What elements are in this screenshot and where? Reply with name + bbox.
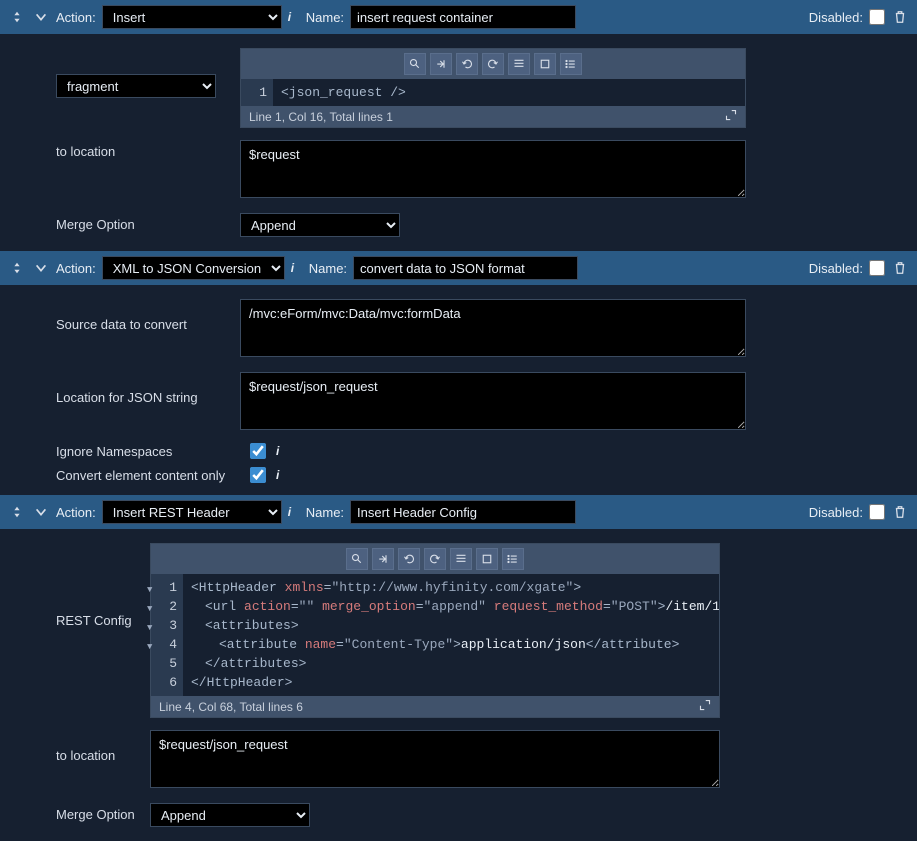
code-area[interactable]: <json_request /> xyxy=(273,79,745,106)
collapse-icon[interactable] xyxy=(32,8,50,26)
action-label: Action: xyxy=(56,505,96,520)
goto-icon[interactable] xyxy=(430,53,452,75)
merge-option-label: Merge Option xyxy=(0,213,240,232)
disabled-checkbox[interactable] xyxy=(869,504,885,520)
sort-icon[interactable] xyxy=(8,8,26,26)
rest-config-label: REST Config xyxy=(0,543,150,628)
collapse-icon[interactable] xyxy=(32,503,50,521)
undo-icon[interactable] xyxy=(398,548,420,570)
disabled-checkbox[interactable] xyxy=(869,9,885,25)
list-icon[interactable] xyxy=(560,53,582,75)
editor-status: Line 4, Col 68, Total lines 6 xyxy=(159,700,303,714)
info-icon[interactable]: i xyxy=(288,10,300,24)
disabled-label: Disabled: xyxy=(809,10,863,25)
ignore-ns-checkbox[interactable] xyxy=(250,443,266,459)
code-toolbar xyxy=(151,544,719,574)
search-icon[interactable] xyxy=(346,548,368,570)
align-icon[interactable] xyxy=(508,53,530,75)
collapse-icon[interactable] xyxy=(32,259,50,277)
action-name-input[interactable] xyxy=(350,5,576,29)
expand-icon[interactable] xyxy=(699,699,711,714)
location-json-label: Location for JSON string xyxy=(0,372,240,405)
merge-option-label: Merge Option xyxy=(0,803,150,822)
to-location-input[interactable] xyxy=(240,140,746,198)
code-toolbar xyxy=(241,49,745,79)
to-location-label: to location xyxy=(0,730,150,763)
disabled-label: Disabled: xyxy=(809,505,863,520)
source-data-input[interactable] xyxy=(240,299,746,357)
convert-elem-checkbox[interactable] xyxy=(250,467,266,483)
goto-icon[interactable] xyxy=(372,548,394,570)
action-body-xmljson: Source data to convert Location for JSON… xyxy=(0,285,917,495)
sort-icon[interactable] xyxy=(8,259,26,277)
delete-icon[interactable] xyxy=(891,8,909,26)
fragment-select[interactable]: fragment xyxy=(56,74,216,98)
delete-icon[interactable] xyxy=(891,259,909,277)
convert-elem-label: Convert element content only xyxy=(56,468,240,483)
action-type-select[interactable]: XML to JSON Conversion xyxy=(102,256,285,280)
list-icon[interactable] xyxy=(502,548,524,570)
block-icon[interactable] xyxy=(476,548,498,570)
action-header-rest: Action: Insert REST Header i Name: Disab… xyxy=(0,495,917,529)
disabled-checkbox[interactable] xyxy=(869,260,885,276)
to-location-input[interactable] xyxy=(150,730,720,788)
to-location-label: to location xyxy=(0,140,240,159)
code-editor: 1 <json_request /> Line 1, Col 16, Total… xyxy=(240,48,746,128)
code-editor: ▼1 ▼2 ▼3 ▼4 5 6 <HttpHeader xmlns="http:… xyxy=(150,543,720,718)
redo-icon[interactable] xyxy=(424,548,446,570)
action-type-select[interactable]: Insert REST Header xyxy=(102,500,282,524)
info-icon[interactable]: i xyxy=(291,261,303,275)
name-label: Name: xyxy=(306,10,344,25)
editor-status: Line 1, Col 16, Total lines 1 xyxy=(249,110,393,124)
sort-icon[interactable] xyxy=(8,503,26,521)
action-label: Action: xyxy=(56,261,96,276)
action-name-input[interactable] xyxy=(350,500,576,524)
action-label: Action: xyxy=(56,10,96,25)
location-json-input[interactable] xyxy=(240,372,746,430)
search-icon[interactable] xyxy=(404,53,426,75)
action-name-input[interactable] xyxy=(353,256,578,280)
name-label: Name: xyxy=(309,261,347,276)
expand-icon[interactable] xyxy=(725,109,737,124)
action-header-insert: Action: Insert i Name: Disabled: xyxy=(0,0,917,34)
disabled-label: Disabled: xyxy=(809,261,863,276)
merge-option-select[interactable]: Append xyxy=(240,213,400,237)
delete-icon[interactable] xyxy=(891,503,909,521)
block-icon[interactable] xyxy=(534,53,556,75)
ignore-ns-label: Ignore Namespaces xyxy=(56,444,240,459)
source-data-label: Source data to convert xyxy=(0,299,240,332)
code-area[interactable]: <HttpHeader xmlns="http://www.hyfinity.c… xyxy=(183,574,719,696)
info-icon[interactable]: i xyxy=(288,505,300,519)
merge-option-select[interactable]: Append xyxy=(150,803,310,827)
redo-icon[interactable] xyxy=(482,53,504,75)
name-label: Name: xyxy=(306,505,344,520)
info-icon[interactable]: i xyxy=(276,444,288,458)
action-type-select[interactable]: Insert xyxy=(102,5,282,29)
action-header-xmljson: Action: XML to JSON Conversion i Name: D… xyxy=(0,251,917,285)
info-icon[interactable]: i xyxy=(276,468,288,482)
align-icon[interactable] xyxy=(450,548,472,570)
action-body-insert: fragment 1 <json_request /> xyxy=(0,34,917,251)
undo-icon[interactable] xyxy=(456,53,478,75)
action-body-rest: REST Config ▼1 ▼2 ▼3 ▼4 xyxy=(0,529,917,841)
